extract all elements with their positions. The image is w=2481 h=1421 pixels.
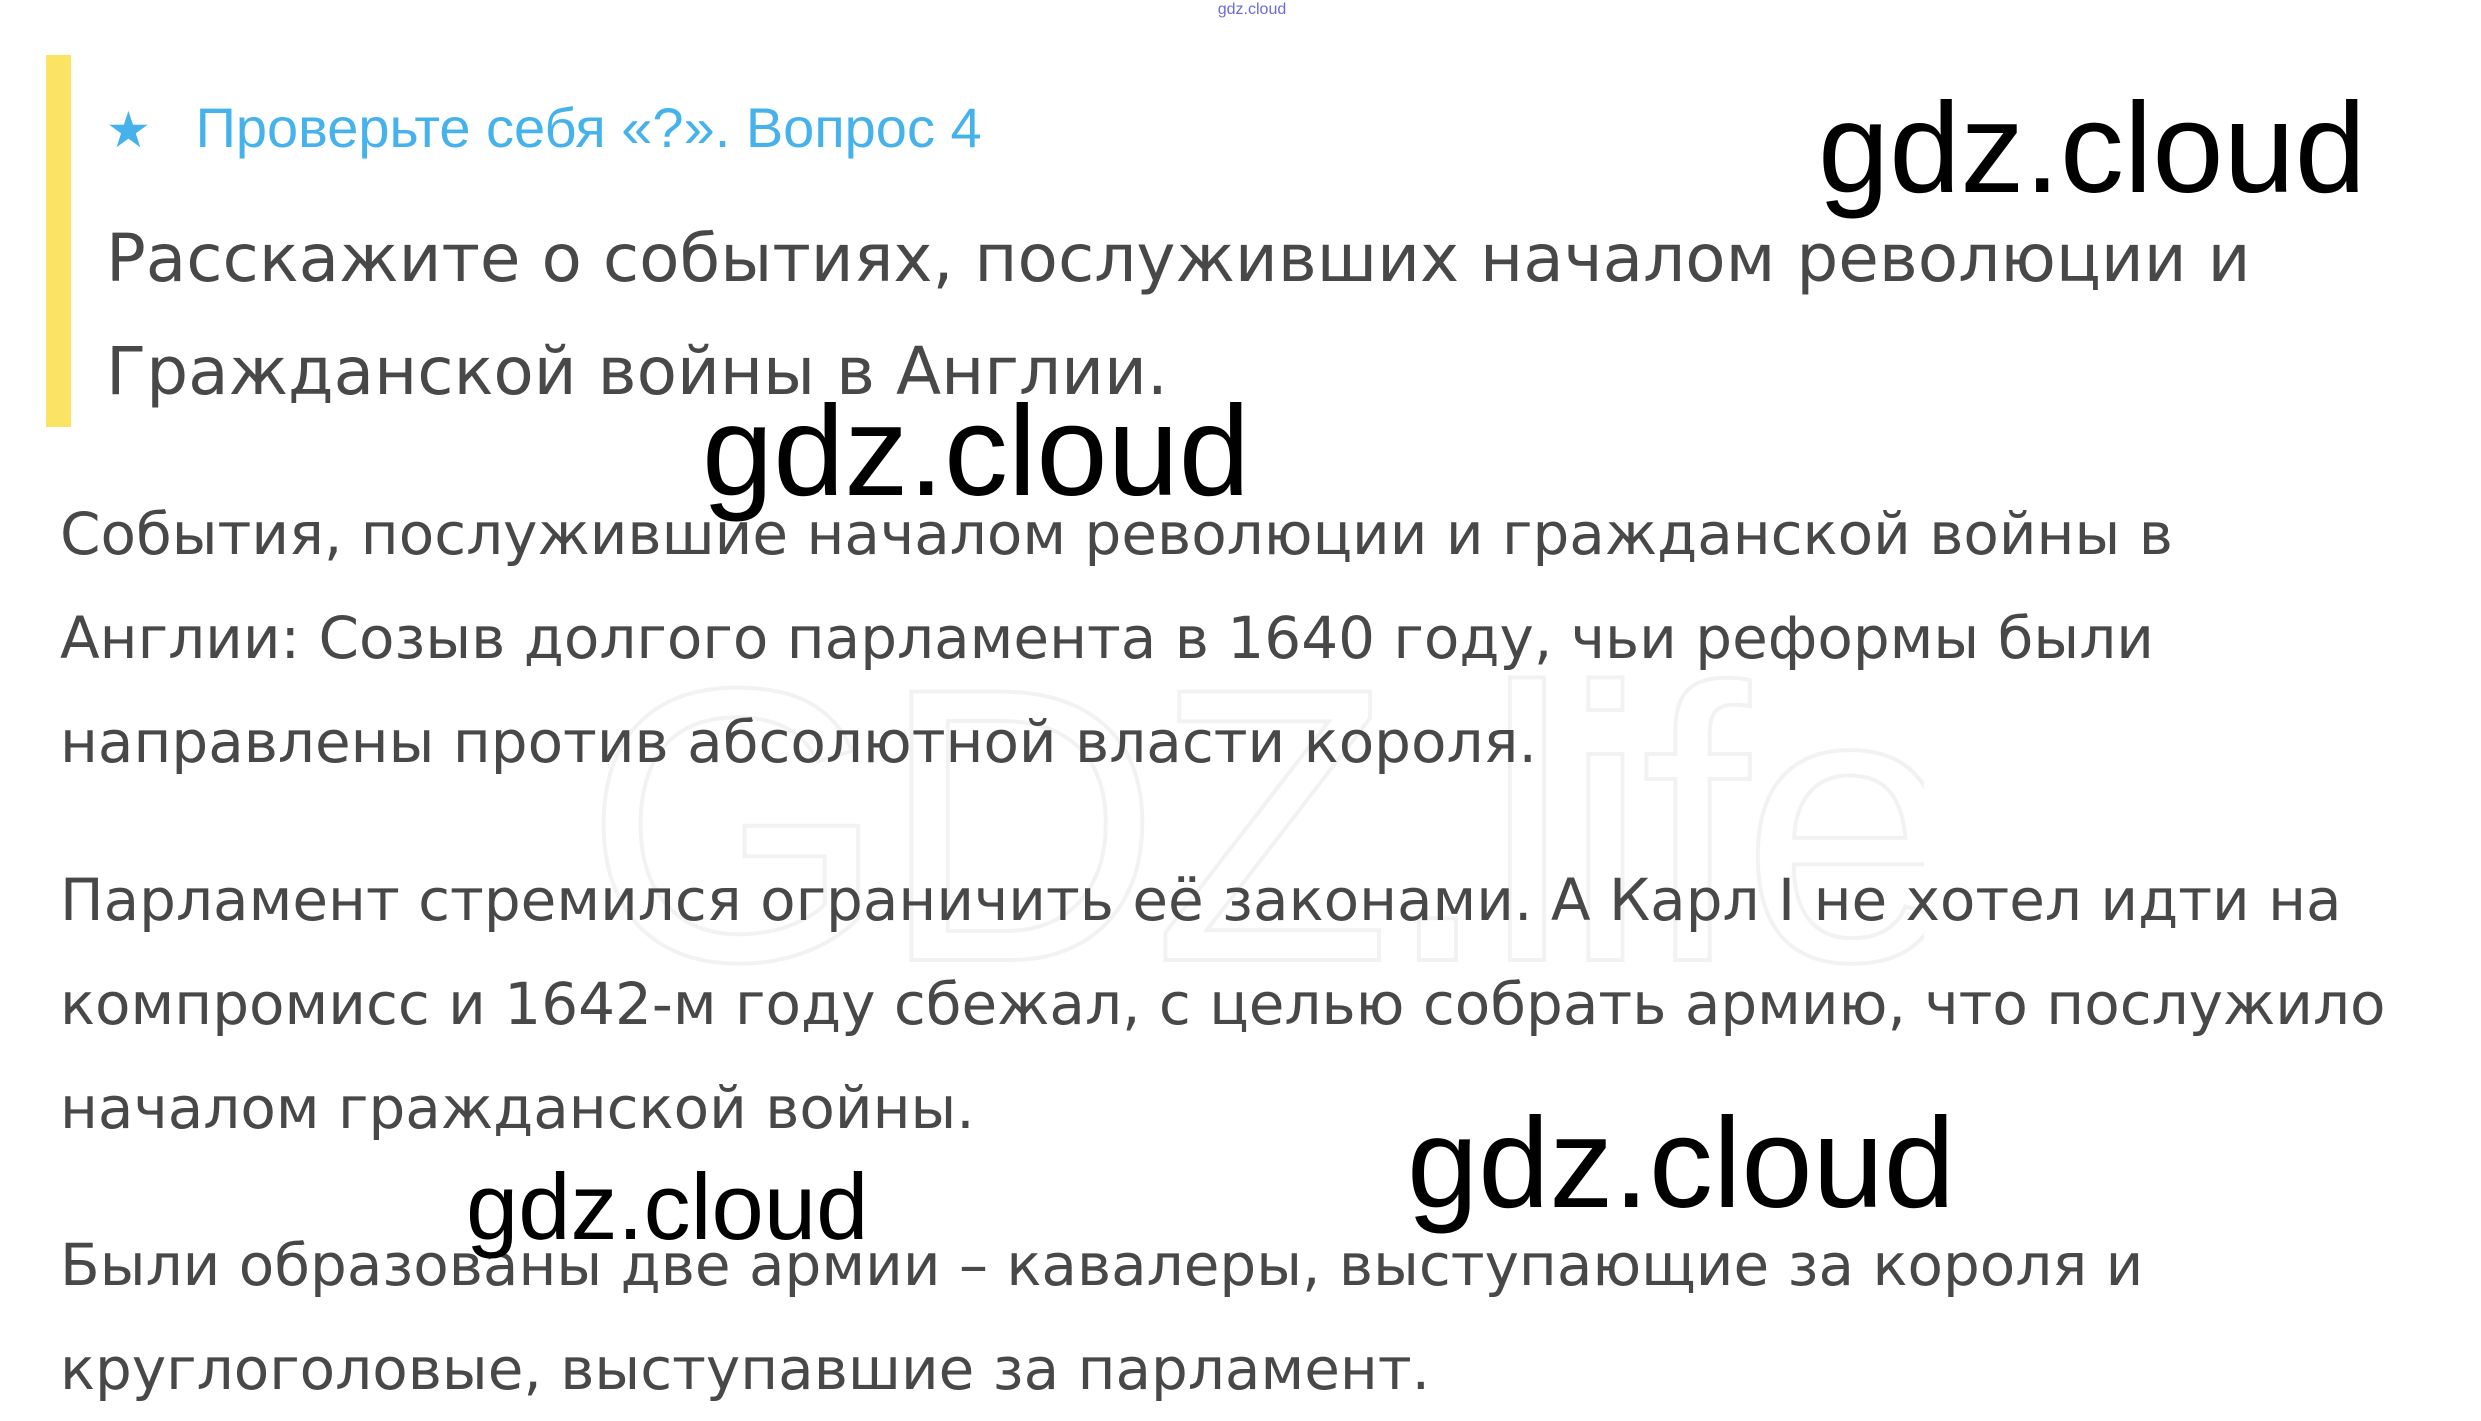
watermark-bottom-right: gdz.cloud [1407, 1092, 1955, 1235]
question-header: ★ Проверьте себя «?». Вопрос 4 [106, 93, 982, 163]
watermark-top-right: gdz.cloud [1818, 77, 2366, 220]
answer-paragraph-events: События, послужившие началом революции и… [60, 500, 2173, 776]
star-icon: ★ [106, 102, 151, 158]
answer-paragraph-parliament: Парламент стремился ограничить её закона… [60, 866, 2386, 1142]
question-header-label: Проверьте себя «?». Вопрос 4 [195, 96, 982, 159]
answer-paragraph-armies: Были образованы две армии – кавалеры, вы… [60, 1231, 2144, 1403]
top-source-mark: gdz.cloud [1217, 1, 1287, 18]
watermark-middle-left: gdz.cloud [702, 380, 1250, 523]
question-accent-bar [46, 55, 71, 427]
watermark-bottom-left: gdz.cloud [466, 1154, 869, 1259]
